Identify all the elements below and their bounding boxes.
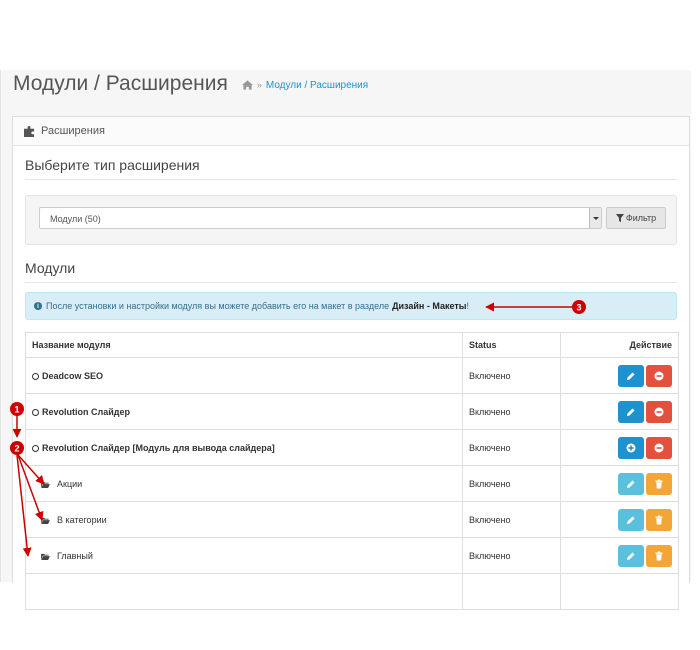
minus-circle-icon (654, 407, 664, 416)
folder-open-icon (41, 553, 50, 560)
column-header-name[interactable]: Название модуля (25, 332, 463, 358)
delete-button[interactable] (646, 472, 672, 495)
trash-icon (655, 479, 663, 488)
module-name: Deadcow SEO (42, 370, 104, 381)
alert-link: Дизайн - Макеты (392, 301, 467, 311)
circle-icon (32, 444, 39, 452)
delete-button[interactable] (646, 544, 672, 567)
action-cell (560, 501, 679, 538)
module-status: Включено (462, 465, 561, 502)
alert-suffix: ! (466, 301, 469, 311)
circle-icon (32, 372, 39, 380)
filter-button-label: Фильтр (625, 213, 657, 223)
module-name-cell: Акции (25, 465, 463, 502)
module-status: Включено (462, 393, 561, 430)
page: Модули / Расширения » Модули / Расширени… (0, 70, 691, 610)
pencil-icon (627, 408, 635, 416)
table-header-row: Название модуля Status Действие (25, 332, 679, 358)
type-legend: Выберите тип расширения (25, 157, 677, 180)
filter-icon (615, 214, 624, 222)
table-row: Deadcow SEO Включено (25, 357, 679, 394)
pencil-icon (627, 480, 635, 488)
info-icon: i (34, 302, 42, 310)
uninstall-button[interactable] (646, 364, 672, 387)
uninstall-button[interactable] (646, 400, 672, 423)
page-header: Модули / Расширения » Модули / Расширени… (13, 72, 368, 102)
puzzle-icon (24, 125, 35, 137)
module-status: Включено (462, 501, 561, 538)
breadcrumb: » Модули / Расширения (241, 80, 368, 91)
modules-table: Название модуля Status Действие Deadcow … (25, 332, 679, 610)
trash-icon (655, 515, 663, 524)
edit-button[interactable] (618, 544, 644, 567)
table-row: Revolution Слайдер [Модуль для вывода сл… (25, 429, 679, 466)
empty-cell (462, 573, 561, 610)
action-cell (560, 537, 679, 574)
panel-heading: Расширения (13, 117, 689, 146)
table-row (25, 573, 679, 610)
module-status: Включено (462, 429, 561, 466)
folder-open-icon (41, 481, 50, 488)
edit-button[interactable] (618, 400, 644, 423)
edit-button[interactable] (618, 508, 644, 531)
table-row: Revolution Слайдер Включено (25, 393, 679, 430)
action-cell (560, 429, 679, 466)
module-status: Включено (462, 537, 561, 574)
module-name-cell: Главный (25, 537, 463, 574)
pencil-icon (627, 552, 635, 560)
column-header-action: Действие (560, 332, 679, 358)
page-title: Модули / Расширения (13, 72, 228, 95)
modules-legend: Модули (25, 260, 677, 283)
alert-text: После установки и настройки модуля вы мо… (46, 301, 390, 311)
action-cell (560, 465, 679, 502)
edit-button[interactable] (618, 364, 644, 387)
plus-circle-icon (626, 443, 636, 452)
pencil-icon (627, 372, 635, 380)
action-cell (560, 393, 679, 430)
home-icon[interactable] (241, 80, 253, 90)
module-name: Акции (57, 478, 83, 489)
table-row: В категории Включено (25, 501, 679, 538)
extension-type-select[interactable]: Модули (50) (39, 207, 602, 229)
empty-cell (25, 573, 463, 610)
breadcrumb-link[interactable]: Модули / Расширения (266, 80, 368, 91)
trash-icon (655, 551, 663, 560)
table-row: Акции Включено (25, 465, 679, 502)
module-name: Revolution Слайдер [Модуль для вывода сл… (42, 442, 275, 453)
info-alert: i После установки и настройки модуля вы … (25, 292, 677, 320)
chevron-down-icon[interactable] (589, 208, 601, 228)
module-name-cell: Revolution Слайдер [Модуль для вывода сл… (25, 429, 463, 466)
module-status: Включено (462, 357, 561, 394)
filter-button[interactable]: Фильтр (606, 207, 666, 229)
module-name: Главный (57, 550, 93, 561)
add-button[interactable] (618, 436, 644, 459)
folder-open-icon (41, 517, 50, 524)
minus-circle-icon (654, 443, 664, 452)
circle-icon (32, 408, 39, 416)
edit-button[interactable] (618, 472, 644, 495)
module-name: В категории (57, 514, 107, 525)
extensions-panel: Расширения Выберите тип расширения Модул… (12, 116, 690, 610)
select-value: Модули (50) (50, 214, 101, 224)
table-row: Главный Включено (25, 537, 679, 574)
panel-title: Расширения (41, 125, 105, 137)
breadcrumb-separator: » (256, 80, 262, 90)
action-cell (560, 357, 679, 394)
module-name-cell: Revolution Слайдер (25, 393, 463, 430)
uninstall-button[interactable] (646, 436, 672, 459)
column-header-status: Status (462, 332, 561, 358)
empty-cell (560, 573, 679, 610)
delete-button[interactable] (646, 508, 672, 531)
module-name-cell: В категории (25, 501, 463, 538)
pencil-icon (627, 516, 635, 524)
module-name: Revolution Слайдер (42, 406, 130, 417)
filter-well: Модули (50) Фильтр (25, 195, 677, 245)
module-name-cell: Deadcow SEO (25, 357, 463, 394)
minus-circle-icon (654, 371, 664, 380)
